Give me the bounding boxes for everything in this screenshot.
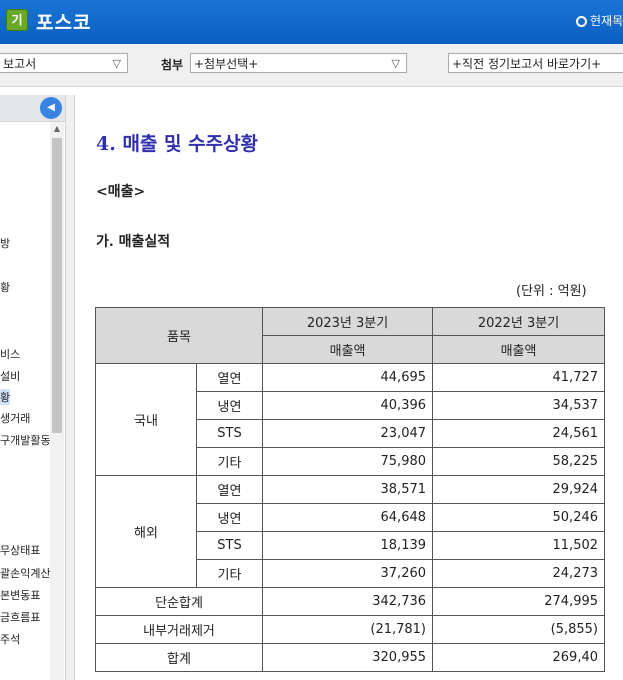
value-cell: (5,855): [432, 615, 606, 644]
tree-item[interactable]: 괄손익계산: [0, 565, 51, 581]
sales-table: 품목 2023년 3분기 2022년 3분기 매출액 매출액 국내 열연 44,…: [94, 307, 606, 672]
tree-item[interactable]: 주석: [0, 631, 20, 647]
document-content: 4. 매출 및 수주상황 <매출> 가. 매출실적 (단위 : 억원) 품목 2…: [76, 95, 623, 680]
scroll-thumb[interactable]: [52, 138, 62, 433]
total-label: 합계: [94, 643, 264, 672]
scroll-up-arrow-icon[interactable]: ▲: [50, 124, 64, 133]
value-cell: 24,561: [432, 419, 606, 448]
value-cell: 18,139: [262, 531, 434, 560]
value-cell: 37,260: [262, 559, 434, 588]
header-period-2023: 2023년 3분기: [262, 307, 434, 336]
product-cell: 열연: [195, 363, 264, 392]
tree-item[interactable]: 금흐름표: [0, 609, 40, 625]
total-row: 내부거래제거 (21,781) (5,855): [94, 615, 606, 644]
title-bar: 기 포스코 현재목: [0, 0, 623, 44]
product-cell: STS: [195, 419, 264, 448]
document-tree-panel: ◀ 방 황 비스 설비 황 생거래 구개발활동 무상태표 괄손익계산 본변동표 …: [0, 95, 65, 680]
tree-item[interactable]: 구개발활동: [0, 432, 51, 448]
total-row: 단순합계 342,736 274,995: [94, 587, 606, 616]
subsection-heading: <매출>: [96, 184, 146, 200]
current-company-label: 현재목: [590, 14, 623, 28]
tree-item[interactable]: 방: [0, 235, 10, 251]
value-cell: (21,781): [262, 615, 434, 644]
total-label: 단순합계: [94, 587, 264, 616]
company-logo-badge: 기: [6, 9, 28, 31]
value-cell: 40,396: [262, 391, 434, 420]
value-cell: 75,980: [262, 447, 434, 476]
value-cell: 269,40: [432, 643, 606, 672]
value-cell: 29,924: [432, 475, 606, 504]
tree-scrollbar[interactable]: ▲: [50, 122, 64, 680]
value-cell: 342,736: [262, 587, 434, 616]
value-cell: 50,246: [432, 503, 606, 532]
product-cell: 기타: [195, 559, 264, 588]
group-label: 국내: [95, 363, 197, 476]
company-name: 포스코: [36, 12, 92, 34]
circle-icon: [576, 16, 587, 27]
product-cell: 냉연: [195, 391, 264, 420]
header-item: 품목: [94, 307, 264, 364]
product-cell: 열연: [195, 475, 264, 504]
attach-select-value: +첨부선택+: [194, 57, 259, 71]
value-cell: 23,047: [262, 419, 434, 448]
product-cell: STS: [195, 531, 264, 560]
value-cell: 34,537: [432, 391, 606, 420]
prev-report-select[interactable]: +직전 정기보고서 바로가기+: [448, 53, 623, 73]
sub-heading: 가. 매출실적: [96, 234, 171, 250]
value-cell: 58,225: [432, 447, 606, 476]
tree-item[interactable]: 비스: [0, 346, 20, 362]
toolbar: 보고서 ▽ 첨부 +첨부선택+ ▽ +직전 정기보고서 바로가기+: [0, 44, 623, 87]
tree-item[interactable]: 생거래: [0, 410, 30, 426]
value-cell: 320,955: [262, 643, 434, 672]
table-header-row: 품목 2023년 3분기 2022년 3분기: [94, 307, 606, 364]
value-cell: 41,727: [432, 363, 606, 392]
header-metric-2023: 매출액: [262, 335, 434, 364]
report-select[interactable]: 보고서 ▽: [0, 53, 128, 73]
prev-report-select-value: +직전 정기보고서 바로가기+: [452, 57, 602, 71]
tree-item[interactable]: 황: [0, 279, 10, 295]
value-cell: 44,695: [262, 363, 434, 392]
report-select-value: 보고서: [3, 57, 37, 71]
tree-item[interactable]: 무상태표: [0, 542, 40, 558]
unit-label: (단위 : 억원): [516, 284, 587, 299]
value-cell: 11,502: [432, 531, 606, 560]
header-period-2022: 2022년 3분기: [432, 307, 606, 336]
total-label: 내부거래제거: [94, 615, 264, 644]
tree-item[interactable]: 본변동표: [0, 587, 40, 603]
value-cell: 24,273: [432, 559, 606, 588]
section-title: 4. 매출 및 수주상황: [96, 133, 259, 155]
collapse-left-icon[interactable]: ◀: [40, 97, 62, 119]
product-cell: 기타: [195, 447, 264, 476]
tree-panel-header: ◀: [0, 95, 65, 122]
total-row: 합계 320,955 269,40: [94, 643, 606, 672]
value-cell: 274,995: [432, 587, 606, 616]
current-company-link[interactable]: 현재목: [576, 12, 623, 29]
product-cell: 냉연: [195, 503, 264, 532]
panel-divider[interactable]: [65, 95, 75, 680]
attach-select[interactable]: +첨부선택+ ▽: [190, 53, 407, 73]
tree-item-selected[interactable]: 황: [0, 389, 11, 405]
table-row: 국내 열연 44,695 41,727: [95, 363, 606, 476]
chevron-down-icon: ▽: [391, 57, 400, 70]
tree-item[interactable]: 설비: [0, 368, 20, 384]
attach-label: 첨부: [161, 58, 184, 72]
table-row: 해외 열연 38,571 29,924: [95, 475, 606, 588]
group-label: 해외: [95, 475, 197, 588]
value-cell: 64,648: [262, 503, 434, 532]
header-metric-2022: 매출액: [432, 335, 606, 364]
chevron-down-icon: ▽: [112, 57, 121, 70]
value-cell: 38,571: [262, 475, 434, 504]
